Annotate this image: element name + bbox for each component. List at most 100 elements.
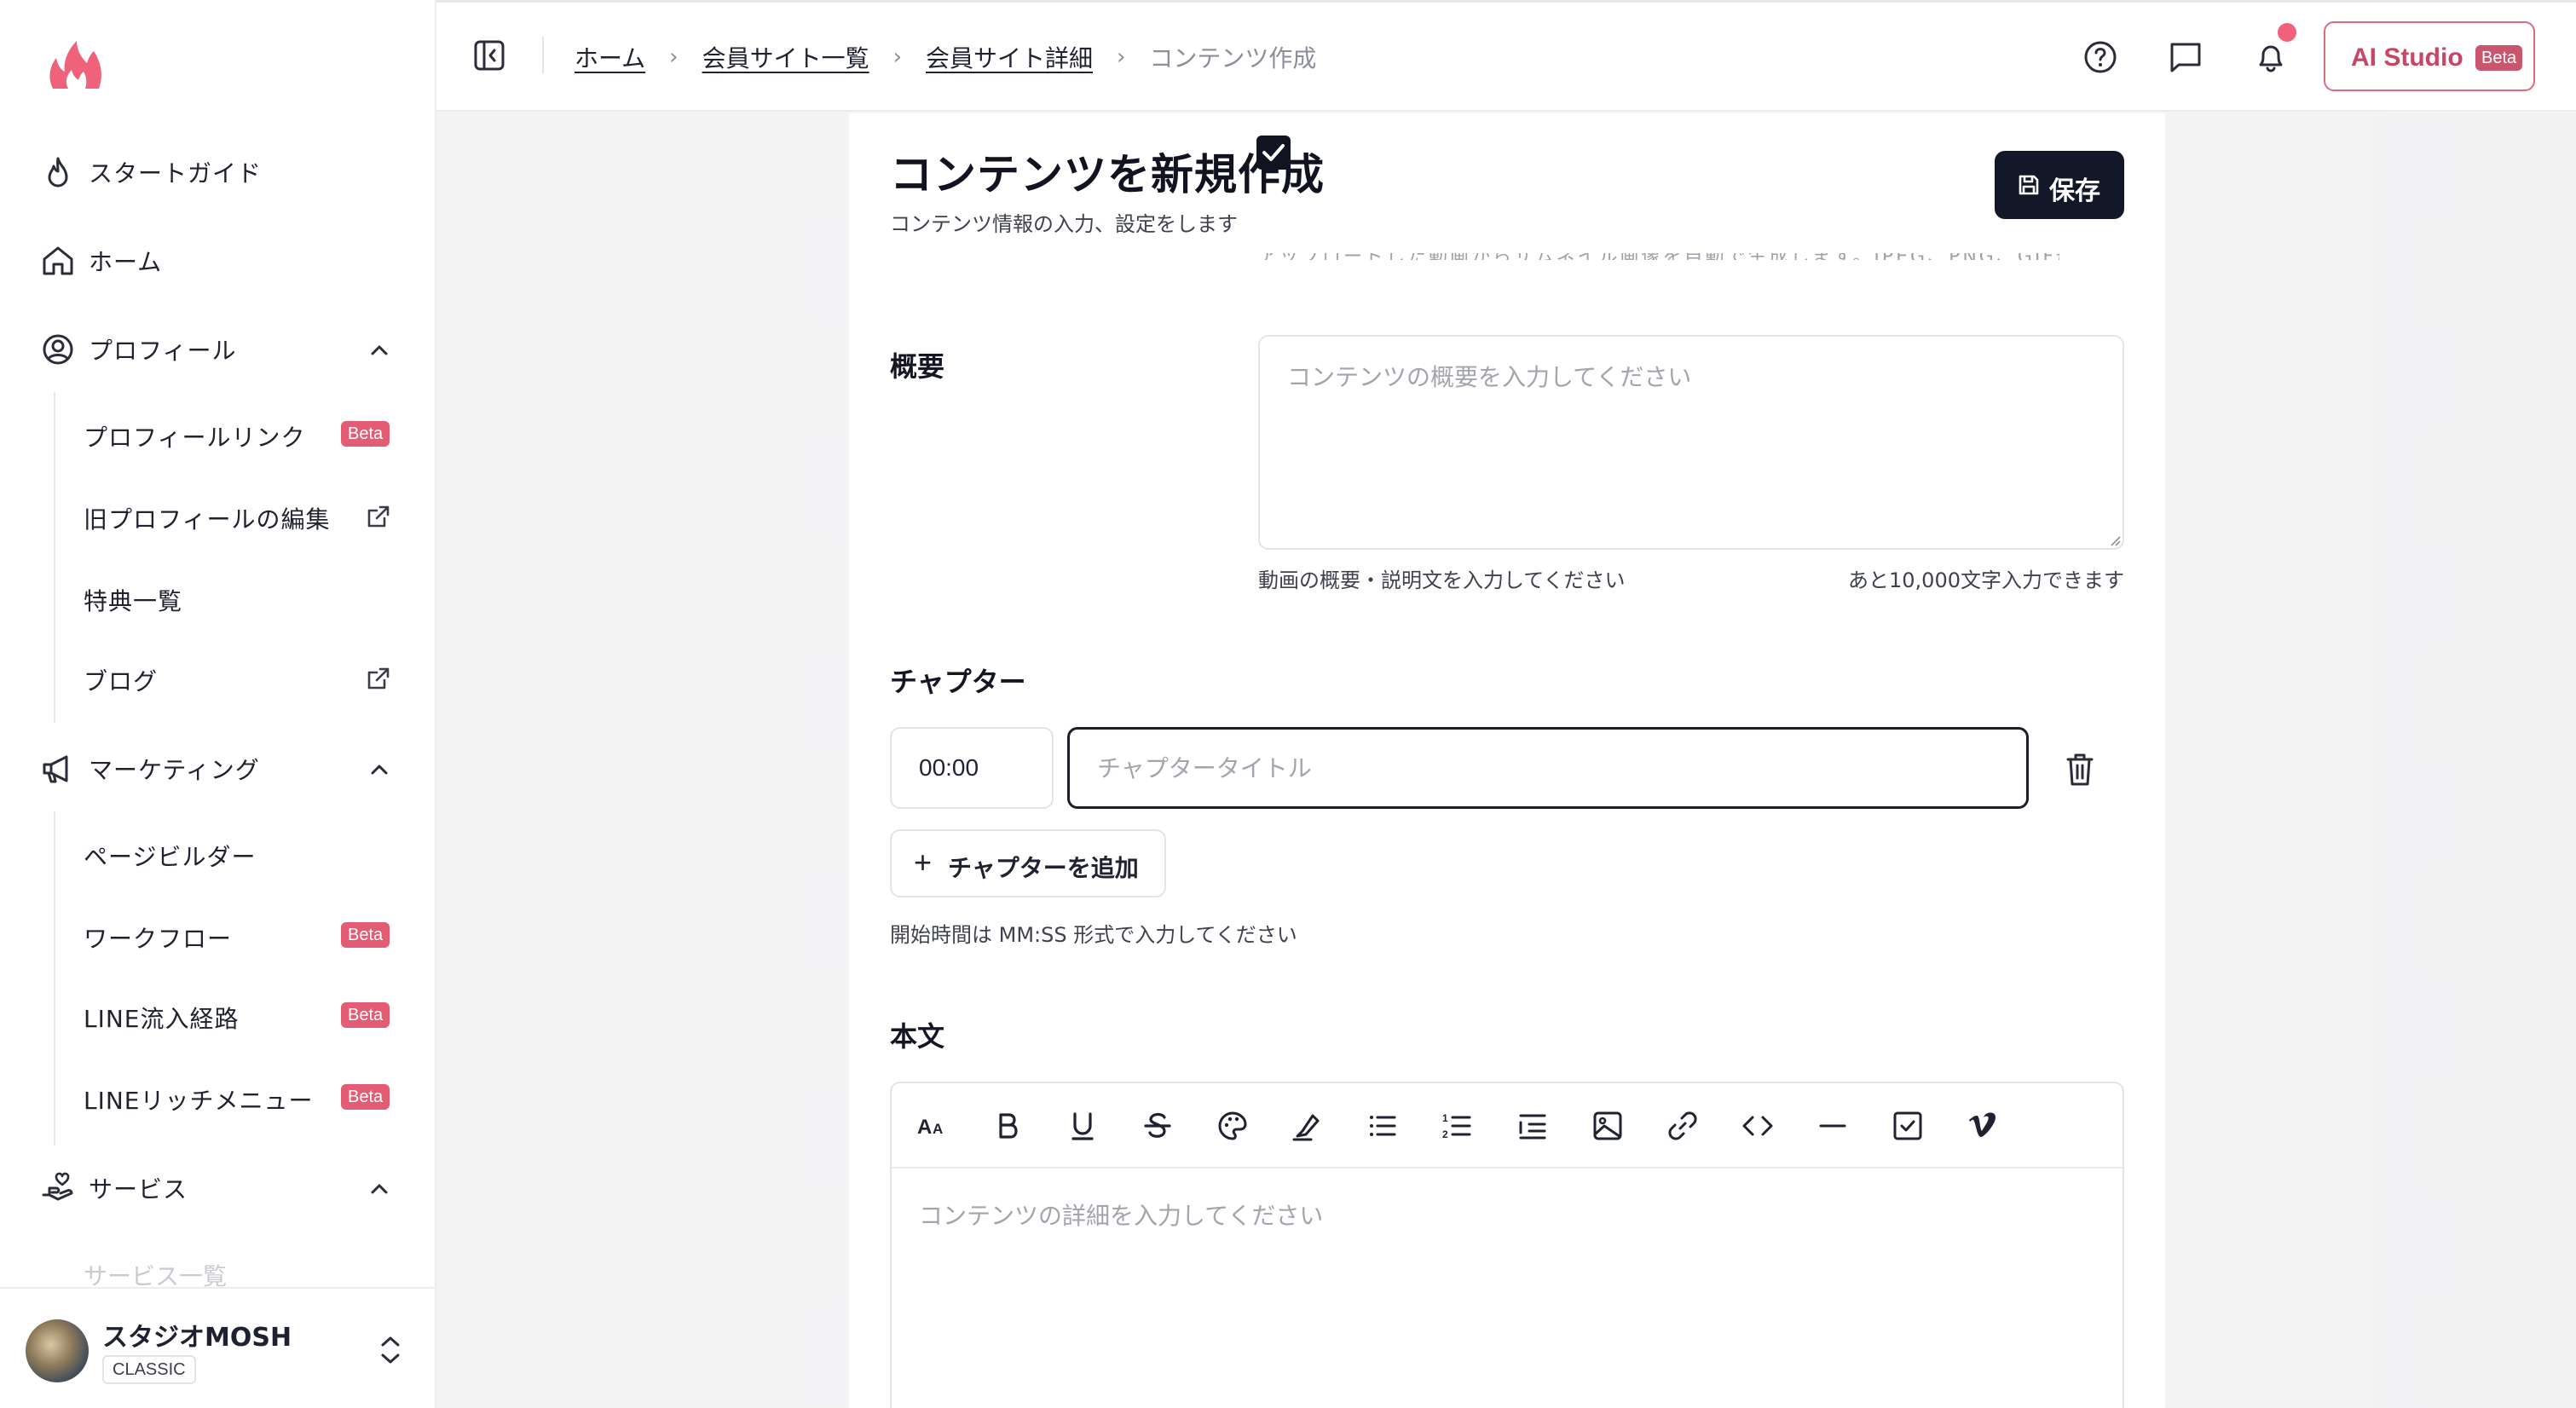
content-form-panel: コンテンツを新規作成 コンテンツ情報の入力、設定をします 保存 アップロードした…: [849, 113, 2165, 1408]
beta-badge: Beta: [341, 421, 390, 447]
checkbox-icon[interactable]: [1891, 1109, 1925, 1143]
add-chapter-label: チャプターを追加: [948, 855, 1139, 881]
chevron-right-icon: ›: [892, 44, 902, 70]
home-icon: [43, 246, 73, 275]
sidebar-subitem-benefits[interactable]: 特典一覧: [0, 564, 435, 632]
sidebar-item-label: プロフィール: [89, 337, 237, 365]
breadcrumb-home[interactable]: ホーム: [575, 40, 645, 74]
sidebar-item-label: スタートガイド: [89, 159, 263, 188]
external-link-icon: [367, 505, 390, 528]
sidebar-subitem-blog[interactable]: ブログ: [0, 644, 435, 713]
flame-logo-icon[interactable]: [46, 38, 106, 92]
body-label: 本文: [890, 1020, 945, 1053]
summary-char-counter: あと10,000文字入力できます: [1848, 568, 2124, 592]
save-icon: [2019, 175, 2039, 195]
chevron-up-icon[interactable]: [367, 1176, 392, 1202]
clipped-help-text: アップロードした動画からサムネイル画像を自動で生成します。JPEG、PNG、GI…: [1258, 253, 2059, 260]
image-icon[interactable]: [1591, 1109, 1625, 1143]
sidebar-item-start-guide[interactable]: スタートガイド: [0, 135, 435, 210]
save-button[interactable]: 保存: [1995, 151, 2124, 219]
sidebar-item-service[interactable]: サービス: [0, 1151, 435, 1226]
chapter-title-input[interactable]: [1067, 727, 2029, 809]
chevron-right-icon: ›: [1117, 44, 1126, 70]
sidebar-item-label: プロフィールリンク: [84, 424, 306, 452]
rich-text-editor[interactable]: AA 12 コンテンツの詳細を入力してください: [890, 1082, 2124, 1408]
strikethrough-icon[interactable]: [1141, 1109, 1175, 1143]
breadcrumb: ホーム › 会員サイト一覧 › 会員サイト詳細 › コンテンツ作成: [575, 40, 1316, 74]
sidebar-item-label: サービス: [89, 1175, 188, 1203]
sidebar-collapse-icon[interactable]: [472, 38, 506, 72]
user-circle-icon: [43, 334, 73, 365]
svg-text:A: A: [917, 1116, 932, 1139]
sidebar-subitem-line-inflow[interactable]: LINE流入経路 Beta: [0, 982, 435, 1050]
vimeo-icon[interactable]: [1966, 1109, 2000, 1143]
chapter-help-text: 開始時間は MM:SS 形式で入力してください: [890, 923, 1297, 947]
summary-label: 概要: [890, 350, 945, 383]
breadcrumb-member-site-detail[interactable]: 会員サイト詳細: [926, 40, 1093, 74]
account-name: スタジオMOSH: [102, 1323, 292, 1353]
beta-badge: Beta: [341, 1084, 390, 1110]
sidebar-item-label: ワークフロー: [84, 925, 233, 953]
chevron-right-icon: ›: [669, 44, 679, 70]
sidebar-item-label: ブログ: [84, 667, 159, 695]
top-header: ホーム › 会員サイト一覧 › 会員サイト詳細 › コンテンツ作成 AI Stu…: [436, 3, 2576, 112]
account-switcher[interactable]: スタジオMOSH CLASSIC: [0, 1287, 435, 1408]
megaphone-icon: [43, 755, 68, 783]
bold-icon[interactable]: [991, 1109, 1025, 1143]
page-subtitle: コンテンツ情報の入力、設定をします: [890, 212, 1238, 236]
checkbox-checked-icon[interactable]: [1256, 136, 1291, 170]
chevron-up-icon[interactable]: [367, 338, 392, 363]
sidebar-subitem-workflow[interactable]: ワークフロー Beta: [0, 902, 435, 970]
sidebar-subitem-service-list[interactable]: サービス一覧: [0, 1253, 435, 1287]
sidebar-item-label: サービス一覧: [84, 1262, 228, 1287]
sidebar-item-label: マーケティング: [89, 756, 260, 784]
ai-studio-button[interactable]: AI Studio Beta: [2324, 21, 2535, 91]
flame-icon: [48, 157, 68, 188]
notification-dot: [2278, 23, 2296, 42]
clipped-help-text-content: アップロードした動画からサムネイル画像を自動で生成します。JPEG、PNG、GI…: [1258, 253, 2059, 260]
sidebar: スタートガイド ホーム プロフィール プロフィールリンク Beta 旧プロフィー…: [0, 0, 436, 1408]
bell-icon[interactable]: [2252, 38, 2290, 76]
indent-list-icon[interactable]: [1516, 1109, 1550, 1143]
help-circle-icon[interactable]: [2082, 38, 2119, 76]
palette-icon[interactable]: [1216, 1109, 1250, 1143]
chevrons-up-down-icon[interactable]: [375, 1331, 406, 1369]
chapter-time-input[interactable]: [890, 727, 1054, 809]
summary-textarea[interactable]: [1258, 335, 2124, 550]
external-link-icon: [367, 667, 390, 690]
trash-icon[interactable]: [2063, 751, 2097, 788]
add-chapter-button[interactable]: + チャプターを追加: [890, 829, 1166, 897]
sidebar-item-label: LINEリッチメニュー: [84, 1087, 314, 1115]
sidebar-subitem-page-builder[interactable]: ページビルダー: [0, 820, 435, 888]
sidebar-item-label: ページビルダー: [84, 843, 257, 871]
sidebar-subitem-profile-link[interactable]: プロフィールリンク Beta: [0, 401, 435, 469]
sidebar-item-marketing[interactable]: マーケティング: [0, 731, 435, 806]
sidebar-subitem-line-rich-menu[interactable]: LINEリッチメニュー Beta: [0, 1064, 435, 1132]
highlighter-icon[interactable]: [1291, 1109, 1325, 1143]
sidebar-subitem-legacy-profile[interactable]: 旧プロフィールの編集: [0, 482, 435, 551]
code-icon[interactable]: [1741, 1109, 1775, 1143]
resize-grip-icon[interactable]: [2109, 534, 2121, 546]
underline-icon[interactable]: [1066, 1109, 1100, 1143]
chat-icon[interactable]: [2167, 38, 2204, 76]
avatar: [26, 1319, 89, 1382]
hand-heart-icon: [42, 1172, 73, 1201]
chevron-up-icon[interactable]: [367, 757, 392, 782]
breadcrumb-current: コンテンツ作成: [1149, 44, 1317, 72]
editor-placeholder: コンテンツの詳細を入力してください: [919, 1202, 1324, 1230]
breadcrumb-member-sites[interactable]: 会員サイト一覧: [702, 40, 869, 74]
svg-text:1: 1: [1442, 1112, 1448, 1124]
sidebar-item-home[interactable]: ホーム: [0, 223, 435, 298]
sidebar-item-profile[interactable]: プロフィール: [0, 312, 435, 387]
sidebar-item-label: 特典一覧: [84, 587, 183, 615]
plus-icon: +: [914, 845, 933, 880]
svg-text:2: 2: [1442, 1128, 1448, 1140]
bullet-list-icon[interactable]: [1366, 1109, 1400, 1143]
sidebar-item-label: ホーム: [89, 248, 163, 276]
beta-badge: Beta: [341, 1002, 390, 1028]
link-icon[interactable]: [1666, 1109, 1700, 1143]
font-size-icon[interactable]: AA: [915, 1109, 950, 1143]
horizontal-rule-icon[interactable]: [1816, 1109, 1850, 1143]
plan-badge: CLASSIC: [102, 1355, 196, 1384]
numbered-list-icon[interactable]: 12: [1441, 1109, 1475, 1143]
